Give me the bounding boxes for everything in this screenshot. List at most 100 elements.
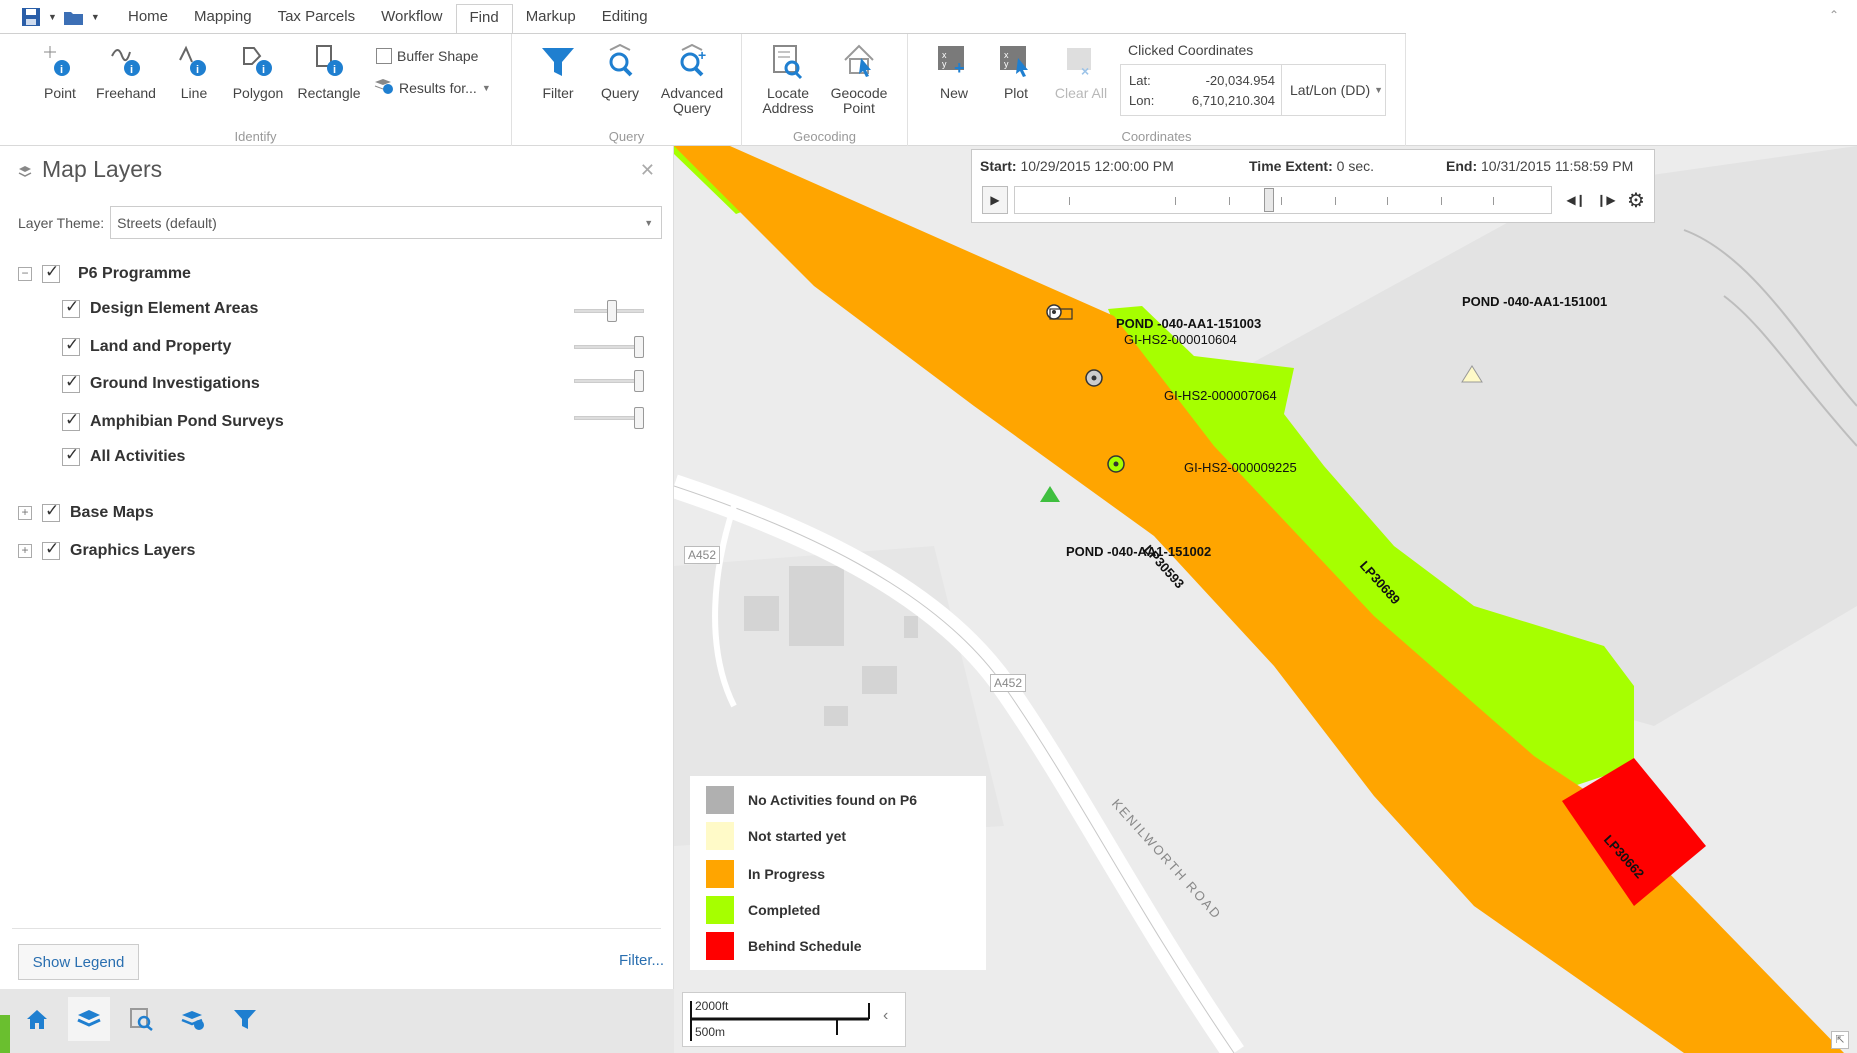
- time-end: End: 10/31/2015 11:58:59 PM: [1446, 158, 1633, 174]
- clicked-coordinates-box: Lat: Lon: -20,034.954 6,710,210.304 Lat/…: [1120, 64, 1386, 116]
- collapse-ribbon-icon[interactable]: ⌃: [1829, 8, 1839, 22]
- step-back-icon[interactable]: ◀❙: [1562, 186, 1590, 214]
- amphibian-pond-surveys-opacity-slider[interactable]: [574, 407, 646, 429]
- open-dropdown-icon[interactable]: ▼: [91, 12, 100, 22]
- clear-all-coordinates-button[interactable]: × Clear All: [1052, 42, 1110, 101]
- svg-text:+: +: [954, 58, 965, 78]
- expand-expander-icon[interactable]: +: [18, 506, 32, 520]
- slider-thumb[interactable]: [634, 407, 644, 429]
- land-and-property-checkbox[interactable]: [62, 335, 80, 356]
- ground-investigations-opacity-slider[interactable]: [574, 370, 646, 392]
- expand-expander-icon[interactable]: +: [18, 544, 32, 558]
- geocode-point-label: Geocode Point: [830, 85, 888, 116]
- results-layers-icon[interactable]: [172, 997, 214, 1041]
- coordinate-format-caret-icon: ▼: [1374, 85, 1384, 95]
- identify-point-button[interactable]: i Point: [38, 42, 82, 101]
- layer-row-amphibian-pond-surveys[interactable]: Amphibian Pond Surveys: [62, 410, 284, 431]
- p6-programme-checkbox[interactable]: [42, 262, 60, 283]
- advanced-query-button[interactable]: + Advanced Query: [652, 42, 732, 116]
- design-element-areas-opacity-slider[interactable]: [574, 300, 646, 322]
- road-shield: A452: [684, 546, 721, 564]
- filter-link[interactable]: Filter...: [619, 952, 664, 969]
- svg-text:+: +: [698, 47, 706, 63]
- identify-line-button[interactable]: i Line: [172, 42, 216, 101]
- lon-value: 6,710,210.304: [1191, 93, 1275, 108]
- ground-investigations-checkbox[interactable]: [62, 372, 80, 393]
- tree-group-base-maps[interactable]: + Base Maps: [18, 501, 154, 522]
- amphibian-pond-surveys-label: Amphibian Pond Surveys: [90, 413, 284, 430]
- tab-find[interactable]: Find: [455, 4, 513, 34]
- all-activities-label: All Activities: [90, 448, 186, 465]
- query-button[interactable]: Query: [598, 42, 642, 101]
- all-activities-checkbox[interactable]: [62, 445, 80, 466]
- layer-row-design-element-areas[interactable]: Design Element Areas: [62, 297, 258, 318]
- layer-theme-value: Streets (default): [117, 214, 217, 231]
- filter-button[interactable]: Filter: [536, 42, 580, 101]
- overview-toggle-icon[interactable]: ⇱: [1831, 1031, 1849, 1049]
- graphics-layers-checkbox[interactable]: [42, 539, 60, 560]
- time-slider-track[interactable]: [1014, 186, 1552, 214]
- home-icon[interactable]: [16, 997, 58, 1041]
- step-forward-icon[interactable]: ❙▶: [1592, 186, 1620, 214]
- tab-workflow[interactable]: Workflow: [368, 4, 455, 34]
- plot-coordinate-label: Plot: [1003, 85, 1029, 101]
- collapse-scale-icon[interactable]: ‹: [883, 1007, 888, 1025]
- tab-mapping[interactable]: Mapping: [181, 4, 265, 34]
- identify-freehand-button[interactable]: i Freehand: [94, 42, 158, 101]
- tab-markup[interactable]: Markup: [513, 4, 589, 34]
- play-icon[interactable]: ▶: [982, 186, 1008, 214]
- settings-gear-icon[interactable]: ⚙: [1622, 186, 1650, 214]
- show-legend-button[interactable]: Show Legend: [18, 944, 139, 980]
- time-slider-handle[interactable]: [1264, 188, 1274, 212]
- search-results-icon[interactable]: [120, 997, 162, 1041]
- tab-tax-parcels[interactable]: Tax Parcels: [265, 4, 369, 34]
- geocoding-group-label: Geocoding: [793, 129, 856, 144]
- legend-item: Completed: [706, 896, 820, 924]
- lon-label: Lon:: [1129, 93, 1155, 108]
- buffer-shape-box[interactable]: [376, 48, 392, 64]
- plot-coordinate-button[interactable]: xy Plot: [994, 42, 1038, 101]
- results-for-dropdown[interactable]: Results for... ▼: [374, 78, 491, 97]
- slider-thumb[interactable]: [634, 336, 644, 358]
- svg-text:y: y: [942, 59, 947, 69]
- collapse-expander-icon[interactable]: −: [18, 267, 32, 281]
- geocode-point-button[interactable]: Geocode Point: [826, 42, 892, 116]
- scale-bar: 2000ft 500m ‹: [682, 992, 906, 1047]
- locate-address-button[interactable]: Locate Address: [758, 42, 818, 116]
- slider-thumb[interactable]: [634, 370, 644, 392]
- layer-row-all-activities[interactable]: All Activities: [62, 445, 186, 466]
- open-folder-icon[interactable]: [63, 7, 85, 27]
- close-panel-icon[interactable]: ✕: [640, 160, 655, 181]
- base-maps-checkbox[interactable]: [42, 501, 60, 522]
- identify-line-icon: i: [174, 42, 214, 82]
- new-coordinate-button[interactable]: x y + New: [932, 42, 976, 101]
- legend-label: Behind Schedule: [748, 938, 862, 954]
- tree-group-graphics-layers[interactable]: + Graphics Layers: [18, 539, 195, 560]
- layer-row-ground-investigations[interactable]: Ground Investigations: [62, 372, 260, 393]
- map-layers-icon[interactable]: [68, 997, 110, 1041]
- legend-item: Not started yet: [706, 822, 846, 850]
- save-icon[interactable]: [20, 7, 42, 27]
- tab-home[interactable]: Home: [115, 4, 181, 34]
- identify-rectangle-button[interactable]: i Rectangle: [296, 42, 362, 101]
- legend-label: Completed: [748, 902, 821, 918]
- time-extent: Time Extent: 0 sec.: [1249, 158, 1374, 174]
- time-slider[interactable]: Start: 10/29/2015 12:00:00 PM Time Exten…: [971, 149, 1655, 223]
- layer-theme-select[interactable]: Streets (default) ▼: [110, 206, 663, 239]
- identify-polygon-button[interactable]: i Polygon: [230, 42, 286, 101]
- gi-label: GI-HS2-000009225: [1184, 460, 1297, 475]
- layer-row-land-and-property[interactable]: Land and Property: [62, 335, 231, 356]
- design-element-areas-checkbox[interactable]: [62, 297, 80, 318]
- tree-group-p6-programme[interactable]: − P6 Programme: [18, 262, 191, 283]
- land-and-property-opacity-slider[interactable]: [574, 336, 646, 358]
- map-view[interactable]: POND -040-AA1-151003 GI-HS2-000010604 GI…: [674, 146, 1857, 1053]
- filter-icon[interactable]: [224, 997, 266, 1041]
- slider-thumb[interactable]: [607, 300, 617, 322]
- tab-editing[interactable]: Editing: [589, 4, 661, 34]
- amphibian-pond-surveys-checkbox[interactable]: [62, 410, 80, 431]
- buffer-shape-checkbox[interactable]: Buffer Shape: [376, 48, 478, 64]
- coordinate-format-dropdown[interactable]: Lat/Lon (DD) ▼: [1281, 65, 1386, 115]
- time-start-label: Start:: [980, 158, 1017, 174]
- save-dropdown-icon[interactable]: ▼: [48, 12, 57, 22]
- legend-label: In Progress: [748, 866, 826, 882]
